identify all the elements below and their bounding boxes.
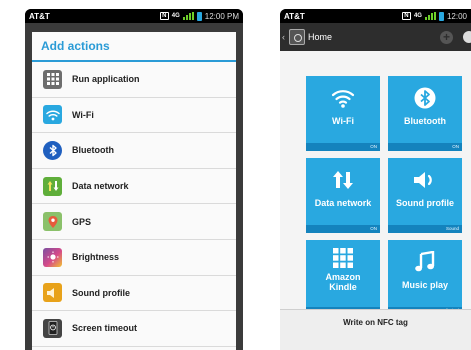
action-item-screen-timeout[interactable]: Screen timeout: [32, 311, 236, 347]
tile-wifi[interactable]: Wi-Fi ON: [306, 76, 380, 151]
tile-bluetooth[interactable]: Bluetooth ON: [388, 76, 462, 151]
screen-timeout-icon: [43, 318, 62, 338]
tile-status: ON: [306, 143, 380, 151]
back-chevron-icon[interactable]: ‹: [282, 32, 289, 42]
tile-status: ON: [306, 225, 380, 233]
tile-music-play[interactable]: Music play Unlimited: [388, 240, 462, 315]
speaker-icon: [43, 283, 62, 303]
grid-icon: [43, 69, 62, 89]
battery-icon: [196, 11, 202, 21]
status-icons: N 4G 12:00: [401, 11, 467, 21]
tile-label: Music play: [401, 280, 448, 290]
gps-icon: [43, 212, 62, 232]
action-item-bluetooth[interactable]: Bluetooth: [32, 133, 236, 169]
write-nfc-tag-button[interactable]: Write on NFC tag: [280, 309, 471, 350]
left-phone-screen: AT&T N 4G 12:00 PM Add actions Run appli…: [25, 9, 243, 350]
brightness-icon: [43, 247, 62, 267]
status-bar: AT&T N 4G 12:00 PM: [25, 9, 243, 23]
action-list: Run application Wi-Fi Bluetooth Data net…: [32, 62, 236, 347]
bluetooth-icon: [43, 140, 62, 160]
bluetooth-icon: [414, 80, 436, 116]
tile-data-network[interactable]: Data network ON: [306, 158, 380, 233]
add-icon[interactable]: +: [440, 30, 453, 44]
data-network-icon: [332, 162, 354, 198]
tile-label: Wi-Fi: [332, 116, 354, 126]
grid-icon: [333, 244, 353, 272]
add-actions-dialog: Add actions Run application Wi-Fi Blueto…: [32, 32, 236, 350]
clock-label: 12:00: [446, 11, 467, 21]
nfc-status-icon: N: [401, 12, 411, 20]
clock-label: 12:00 PM: [204, 11, 239, 21]
action-label: Brightness: [72, 252, 120, 263]
network-type-icon: 4G: [171, 13, 180, 19]
action-label: Screen timeout: [72, 323, 138, 334]
tile-label-line2: Kindle: [329, 282, 357, 292]
dialog-title: Add actions: [32, 32, 236, 62]
music-note-icon: [415, 244, 435, 280]
tile-sound-profile[interactable]: Sound profile Sound: [388, 158, 462, 233]
nfc-status-icon: N: [159, 12, 169, 20]
action-label: Data network: [72, 181, 129, 192]
tile-status: ON: [388, 143, 462, 151]
action-item-wifi[interactable]: Wi-Fi: [32, 98, 236, 134]
more-options-icon[interactable]: [463, 31, 471, 43]
action-item-data-network[interactable]: Data network: [32, 169, 236, 205]
app-icon[interactable]: [289, 29, 305, 45]
wifi-icon: [331, 80, 355, 116]
tile-label: Sound profile: [396, 198, 454, 208]
tile-label: Bluetooth: [404, 116, 446, 126]
tile-label-line1: Amazon: [325, 272, 361, 282]
signal-icon: [424, 12, 436, 20]
tag-editor-screen: ‹ Home + Wi-Fi ON Bluetooth ON Data netw…: [280, 23, 471, 350]
page-title: Home: [308, 32, 333, 42]
action-label: Sound profile: [72, 287, 130, 298]
battery-icon: [438, 11, 444, 21]
action-label: Wi-Fi: [72, 109, 94, 120]
tile-label: Amazon Kindle: [325, 272, 360, 292]
action-label: Bluetooth: [72, 145, 114, 156]
network-type-icon: 4G: [413, 13, 422, 19]
action-label: GPS: [72, 216, 92, 227]
action-item-brightness[interactable]: Brightness: [32, 240, 236, 276]
signal-icon: [182, 12, 194, 20]
tile-amazon-kindle[interactable]: Amazon Kindle ON: [306, 240, 380, 315]
wifi-icon: [43, 105, 62, 125]
carrier-label: AT&T: [29, 11, 50, 21]
action-item-run-application[interactable]: Run application: [32, 62, 236, 98]
screenshot-stage: AT&T N 4G 12:00 PM Add actions Run appli…: [0, 0, 471, 350]
status-icons: N 4G 12:00 PM: [159, 11, 239, 21]
tile-status: Sound: [388, 225, 462, 233]
action-item-gps[interactable]: GPS: [32, 204, 236, 240]
data-network-icon: [43, 176, 62, 196]
carrier-label: AT&T: [284, 11, 305, 21]
speaker-icon: [412, 162, 438, 198]
right-phone-screen: AT&T N 4G 12:00 ‹ Home + Wi-Fi ON Blueto…: [280, 9, 471, 350]
tile-label: Data network: [314, 198, 372, 208]
action-item-sound-profile[interactable]: Sound profile: [32, 276, 236, 312]
app-header: ‹ Home +: [280, 23, 471, 51]
action-label: Run application: [72, 74, 140, 85]
status-bar: AT&T N 4G 12:00: [280, 9, 471, 23]
